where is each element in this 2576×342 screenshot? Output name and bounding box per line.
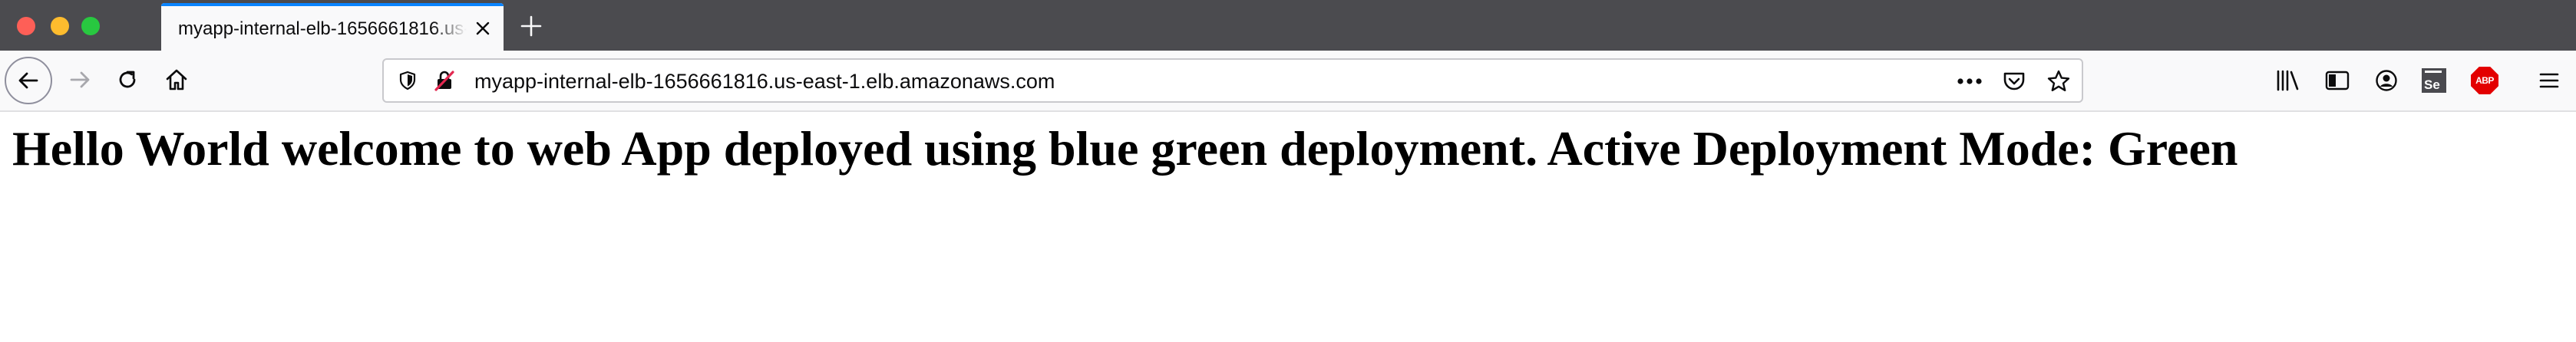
sidebar-button[interactable] xyxy=(2321,64,2353,97)
home-button[interactable] xyxy=(158,61,195,98)
tab-active[interactable]: myapp-internal-elb-1656661816.us-east-1.… xyxy=(161,3,504,51)
pocket-icon[interactable] xyxy=(2000,67,2028,95)
back-icon xyxy=(18,72,38,89)
hamburger-menu-button[interactable] xyxy=(2533,64,2565,97)
back-button[interactable] xyxy=(5,57,52,104)
new-tab-plus-icon[interactable] xyxy=(516,11,547,41)
hamburger-menu-icon xyxy=(2539,73,2559,88)
sidebar-icon xyxy=(2325,71,2350,90)
home-icon xyxy=(166,69,187,90)
adblock-plus-button[interactable]: ABP xyxy=(2469,64,2501,97)
url-bar[interactable]: myapp-internal-elb-1656661816.us-east-1.… xyxy=(382,58,2083,103)
tab-strip: myapp-internal-elb-1656661816.us-east-1.… xyxy=(0,0,2576,51)
navigation-toolbar: myapp-internal-elb-1656661816.us-east-1.… xyxy=(0,51,2576,112)
reload-button[interactable] xyxy=(109,61,146,98)
library-button[interactable] xyxy=(2272,64,2304,97)
library-icon xyxy=(2277,70,2299,91)
account-icon xyxy=(2376,70,2397,91)
window-minimize-button[interactable] xyxy=(51,17,69,35)
tab-title: myapp-internal-elb-1656661816.us-east-1.… xyxy=(178,18,467,39)
forward-button[interactable] xyxy=(61,61,98,98)
adblock-plus-icon: ABP xyxy=(2471,67,2498,94)
page-heading: Hello World welcome to web App deployed … xyxy=(12,121,2238,176)
reload-icon xyxy=(119,71,136,88)
window-close-button[interactable] xyxy=(17,17,35,35)
window-zoom-button[interactable] xyxy=(81,17,100,35)
page-actions-icon[interactable] xyxy=(1954,67,1985,95)
bookmark-star-icon[interactable] xyxy=(2043,66,2074,97)
tab-close-icon[interactable] xyxy=(470,15,496,41)
insecure-connection-icon[interactable] xyxy=(431,67,457,94)
selenium-extension-button[interactable]: Se xyxy=(2418,64,2450,97)
tracking-protection-shield-icon[interactable] xyxy=(395,67,421,94)
selenium-icon: Se xyxy=(2422,68,2446,93)
tab-accent-line xyxy=(161,3,504,6)
url-text[interactable]: myapp-internal-elb-1656661816.us-east-1.… xyxy=(474,69,1055,94)
page-content: Hello World welcome to web App deployed … xyxy=(0,112,2576,342)
forward-icon xyxy=(70,71,90,88)
account-button[interactable] xyxy=(2370,64,2403,97)
